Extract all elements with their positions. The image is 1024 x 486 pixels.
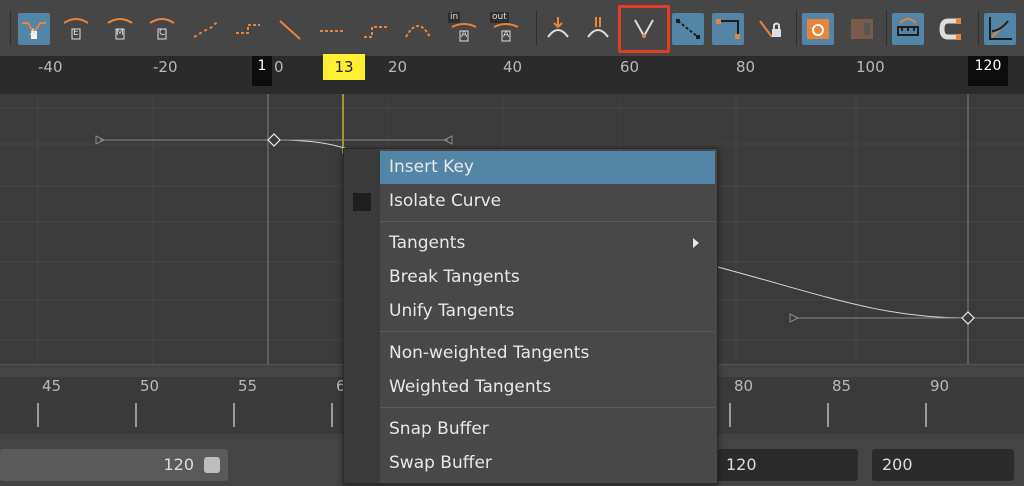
in-tangent-label: A — [461, 30, 468, 40]
animation-end-field[interactable]: 120 — [716, 449, 858, 481]
toolbar-separator — [978, 10, 979, 46]
graph-editor-toolbar: in out — [0, 0, 1024, 56]
time-ruler-label: 40 — [503, 58, 523, 76]
time-ruler-label: 0 — [274, 58, 284, 76]
break-tangents-icon — [547, 17, 569, 38]
end-frame-marker[interactable]: 120 — [968, 56, 1008, 86]
menu-item-weighted-tangents[interactable]: Weighted Tangents — [380, 371, 715, 404]
toolbar-separator — [796, 10, 797, 46]
playback-end-field[interactable]: 200 — [872, 449, 1014, 481]
tangent-flat-icon — [193, 20, 219, 38]
snap-disabled-icon — [851, 19, 873, 39]
unify-tangents-icon — [587, 17, 609, 38]
linear-key-tangent-label: C — [159, 28, 166, 38]
range-slider-handle[interactable] — [204, 457, 220, 473]
menu-item-break-tangents[interactable]: Break Tangents — [380, 261, 715, 294]
retime-tool-button[interactable] — [892, 13, 924, 45]
spline-tangent-label: E — [73, 28, 79, 38]
break-tangents-button[interactable] — [542, 13, 574, 45]
clamped-tangent-label: M — [116, 28, 124, 38]
time-ruler-label: 20 — [388, 58, 408, 76]
out-tangent-label: A — [503, 30, 510, 40]
menu-separator — [380, 331, 715, 332]
snap-disabled-button[interactable] — [846, 13, 878, 45]
range-slider[interactable]: 120 — [0, 449, 228, 481]
graph-view-icon — [989, 17, 1012, 40]
tangent-step-icon — [236, 24, 260, 34]
menu-separator — [380, 407, 715, 408]
tangent-fixed-icon — [405, 25, 431, 38]
time-ruler-label: -20 — [153, 58, 178, 76]
magnet-button[interactable] — [936, 13, 968, 45]
buffer-curve-button[interactable] — [672, 13, 704, 45]
tangent-step-next-icon — [320, 30, 344, 32]
menu-item-insert-key[interactable]: Insert Key — [380, 151, 715, 184]
plateau-tangent-button[interactable] — [360, 13, 392, 45]
lock-tangent-button[interactable] — [754, 13, 786, 45]
menu-item-non-weighted-tangents[interactable]: Non-weighted Tangents — [380, 337, 715, 370]
flat-tangent-button[interactable] — [190, 13, 222, 45]
step-next-tangent-button[interactable] — [316, 13, 348, 45]
time-ruler[interactable]: -40 -20 0 20 40 60 80 100 — [0, 56, 1024, 94]
isolate-curve-checkbox[interactable] — [353, 193, 371, 211]
menu-item-isolate-curve[interactable]: Isolate Curve — [380, 185, 715, 218]
linear-tangent-button[interactable] — [274, 13, 306, 45]
toolbar-separator — [536, 10, 537, 46]
menu-item-tangents-label: Tangents — [389, 233, 466, 253]
time-ruler-label: 60 — [620, 58, 640, 76]
time-ruler-label: -40 — [38, 58, 63, 76]
menu-item-swap-buffer[interactable]: Swap Buffer — [380, 447, 715, 480]
unify-tangents-button[interactable] — [582, 13, 614, 45]
menu-item-tangents[interactable]: Tangents — [380, 227, 715, 260]
submenu-arrow-icon — [693, 238, 699, 248]
time-ruler-label: 100 — [856, 58, 885, 76]
current-frame-marker[interactable]: 13 — [323, 54, 365, 80]
fixed-tangent-button[interactable] — [402, 13, 434, 45]
context-menu: Insert Key Isolate Curve Tangents Break … — [343, 148, 718, 484]
menu-item-unify-tangents[interactable]: Unify Tangents — [380, 295, 715, 328]
retime-tool-icon — [897, 18, 919, 36]
step-tangent-button[interactable] — [232, 13, 264, 45]
graph-view-button[interactable] — [984, 13, 1016, 45]
buffer-curve-icon — [676, 19, 700, 39]
tangent-plateau-icon — [364, 26, 388, 38]
tangent-linear-icon — [279, 20, 301, 40]
magnet-icon — [939, 18, 961, 40]
insert-key-tool-button[interactable] — [618, 5, 670, 53]
curve-selection-button[interactable] — [712, 13, 744, 45]
lock-tangent-icon — [759, 20, 781, 38]
time-ruler-label: 80 — [736, 58, 756, 76]
menu-separator — [380, 221, 715, 222]
start-frame-marker[interactable]: 1 — [252, 56, 272, 86]
curve-selection-icon — [716, 19, 740, 39]
toolbar-separator — [886, 10, 887, 46]
menu-item-snap-buffer[interactable]: Snap Buffer — [380, 413, 715, 446]
auto-tangent-label: A — [30, 28, 37, 38]
insert-key-tool-icon — [634, 19, 654, 39]
frame-playback-icon — [807, 19, 829, 39]
frame-playback-button[interactable] — [802, 13, 834, 45]
toolbar-separator — [10, 10, 11, 46]
range-slider-value: 120 — [163, 455, 194, 474]
